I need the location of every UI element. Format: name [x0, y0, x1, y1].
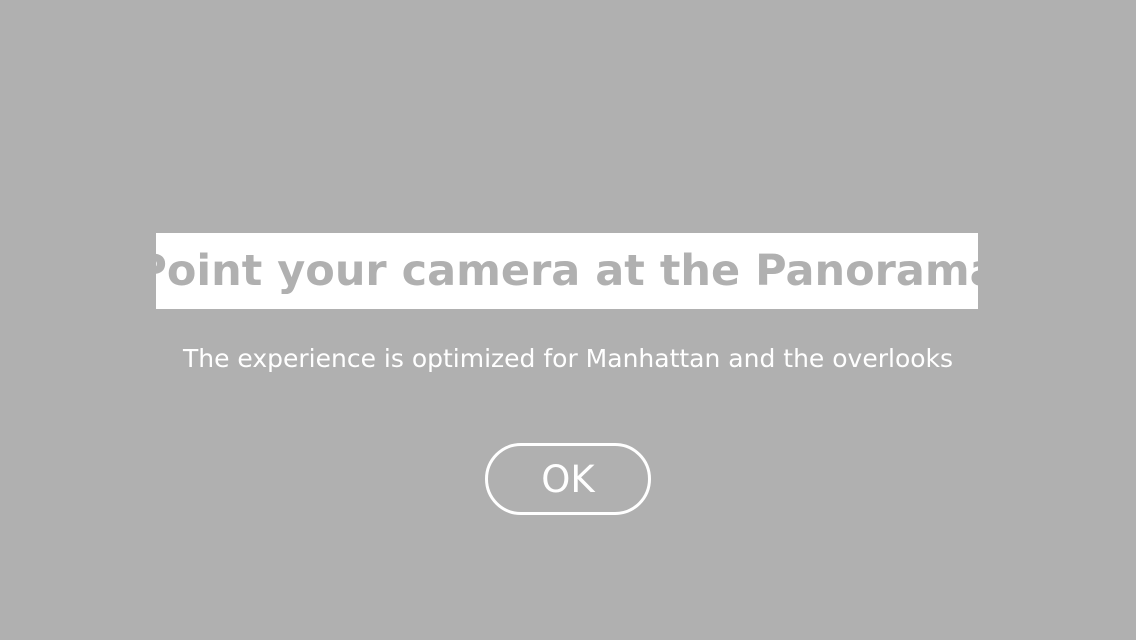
title-banner: Point your camera at the Panorama — [135, 233, 999, 309]
subtitle-text: The experience is optimized for Manhatta… — [182, 344, 954, 373]
page-title: Point your camera at the Panorama — [135, 246, 999, 296]
ok-button[interactable]: OK — [485, 443, 651, 515]
